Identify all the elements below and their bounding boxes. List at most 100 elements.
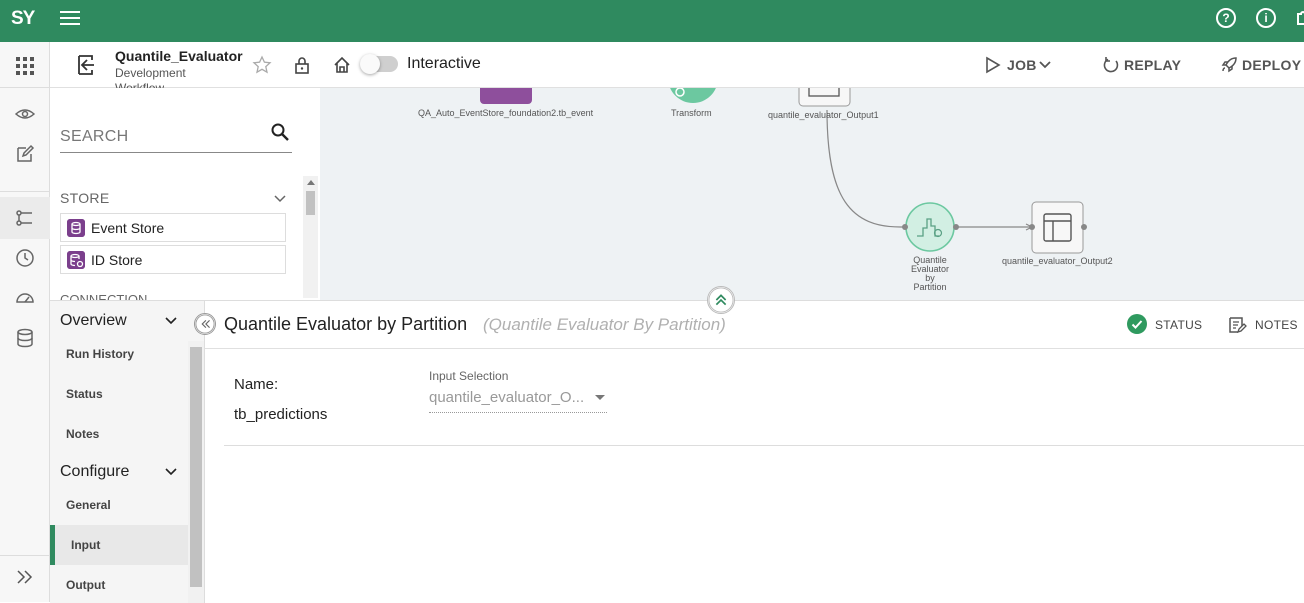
back-exit-icon[interactable] [76,54,96,76]
chevron-down-icon[interactable] [165,466,177,478]
sidebar-scrollbar[interactable] [188,341,204,603]
palette-item-id-store[interactable]: ID Store [60,245,286,274]
database-icon[interactable] [15,328,35,348]
dashboard-icon[interactable] [15,288,35,308]
left-rail [0,42,50,602]
collapse-sidebar-icon[interactable] [194,313,216,335]
id-store-icon [67,251,85,269]
event-store-icon [67,219,85,237]
node-port[interactable] [902,224,908,230]
connection-section-header[interactable]: CONNECTION [60,292,147,300]
job-button[interactable]: JOB [985,56,1055,74]
hamburger-menu-icon[interactable] [60,11,80,27]
transform-node[interactable] [668,88,718,103]
notes-icon [1229,317,1247,334]
node-palette: SEARCH STORE Event Store ID Store CONNEC… [50,88,320,300]
sidebar-item-status[interactable]: Status [66,387,103,401]
top-bar: SY ? i [0,0,1304,42]
node-port[interactable] [1029,224,1035,230]
input-selection-label: Input Selection [429,369,509,383]
puzzle-icon[interactable] [1294,8,1304,28]
star-icon[interactable] [252,55,272,75]
palette-item-label: Event Store [91,220,165,236]
notes-button[interactable]: NOTES [1227,314,1298,334]
name-value: tb_predictions [234,406,328,423]
info-icon[interactable]: i [1256,8,1276,28]
interactive-label: Interactive [407,55,481,72]
palette-scrollbar[interactable] [303,176,318,298]
event-store-node[interactable] [480,88,532,104]
sidebar-item-output[interactable]: Output [66,578,105,592]
help-icon[interactable]: ? [1216,8,1236,28]
job-label: JOB [1007,57,1037,73]
properties-divider [205,348,1304,349]
workflow-canvas[interactable]: QA_Auto_EventStore_foundation2.tb_event … [320,88,1304,300]
workflow-environment: Development [115,66,186,80]
overview-section-header[interactable]: Overview [60,312,127,330]
quantile-evaluator-node[interactable] [905,202,955,252]
replay-icon [1103,57,1119,73]
properties-panel: Overview Run History Status Notes Config… [50,300,1304,603]
properties-subtitle: (Quantile Evaluator By Partition) [483,315,726,334]
sidebar-item-notes[interactable]: Notes [66,427,99,441]
dropdown-caret-icon [595,395,605,400]
node-label-output2: quantile_evaluator_Output2 [1002,256,1113,266]
input-selection-value: quantile_evaluator_O... [429,389,585,406]
scroll-up-arrow-icon[interactable] [307,179,315,185]
properties-sidebar: Overview Run History Status Notes Config… [50,301,205,603]
expand-icon[interactable] [15,567,35,587]
sidebar-item-run-history[interactable]: Run History [66,347,134,361]
replay-label: REPLAY [1124,57,1182,73]
history-icon[interactable] [15,248,35,268]
replay-button[interactable]: REPLAY [1102,57,1181,73]
lock-icon[interactable] [292,55,312,75]
node-label-transform: Transform [671,108,712,118]
configure-section-header[interactable]: Configure [60,463,129,481]
node-label-output1: quantile_evaluator_Output1 [768,110,879,120]
app-logo[interactable]: SY [11,8,35,30]
palette-scrollbar-thumb[interactable] [306,191,315,215]
workflow-title: Quantile_Evaluator [115,48,243,64]
palette-item-label: ID Store [91,252,143,268]
search-input[interactable]: SEARCH [60,122,292,153]
eye-icon[interactable] [15,104,35,124]
edit-icon[interactable] [15,144,35,164]
sidebar-item-input[interactable]: Input [50,525,188,565]
output1-node[interactable] [798,88,851,107]
node-port[interactable] [1081,224,1087,230]
node-label-event-store: QA_Auto_EventStore_foundation2.tb_event [418,108,594,118]
notes-label: NOTES [1255,318,1298,332]
home-icon[interactable] [332,55,352,75]
rail-separator [0,87,50,88]
play-icon [986,56,1001,74]
store-section-header[interactable]: STORE [60,190,109,206]
deploy-button[interactable]: DEPLOY [1220,57,1301,73]
apps-grid-icon[interactable] [15,56,35,76]
interactive-toggle[interactable] [360,54,398,74]
toggle-knob [360,54,380,74]
properties-section-divider [224,445,1304,446]
workflow-icon[interactable] [15,208,35,228]
node-label-line: Partition [913,282,947,292]
expand-panel-icon[interactable] [707,286,735,314]
workflow-header: Quantile_Evaluator Development Workflow … [50,42,1304,88]
chevron-down-icon [1039,61,1051,69]
sidebar-scrollbar-thumb[interactable] [190,347,202,587]
check-circle-icon [1127,314,1147,334]
sidebar-item-general[interactable]: General [66,498,111,512]
input-selection-dropdown[interactable]: quantile_evaluator_O... [429,387,607,413]
palette-item-event-store[interactable]: Event Store [60,213,286,242]
workflow-type: Workflow [115,81,165,88]
chevron-down-icon[interactable] [274,192,286,204]
status-button[interactable]: STATUS [1127,314,1202,334]
node-port[interactable] [953,224,959,230]
search-icon[interactable] [270,122,290,142]
rocket-icon [1221,57,1237,73]
rail-separator [0,191,50,192]
edge-output1-to-evaluator [826,109,904,228]
node-label-evaluator: Quantile Evaluator by Partition [900,256,960,292]
chevron-down-icon[interactable] [165,315,177,327]
properties-title: Quantile Evaluator by Partition [224,314,468,334]
rail-separator [0,555,50,556]
output2-node[interactable] [1031,201,1084,254]
